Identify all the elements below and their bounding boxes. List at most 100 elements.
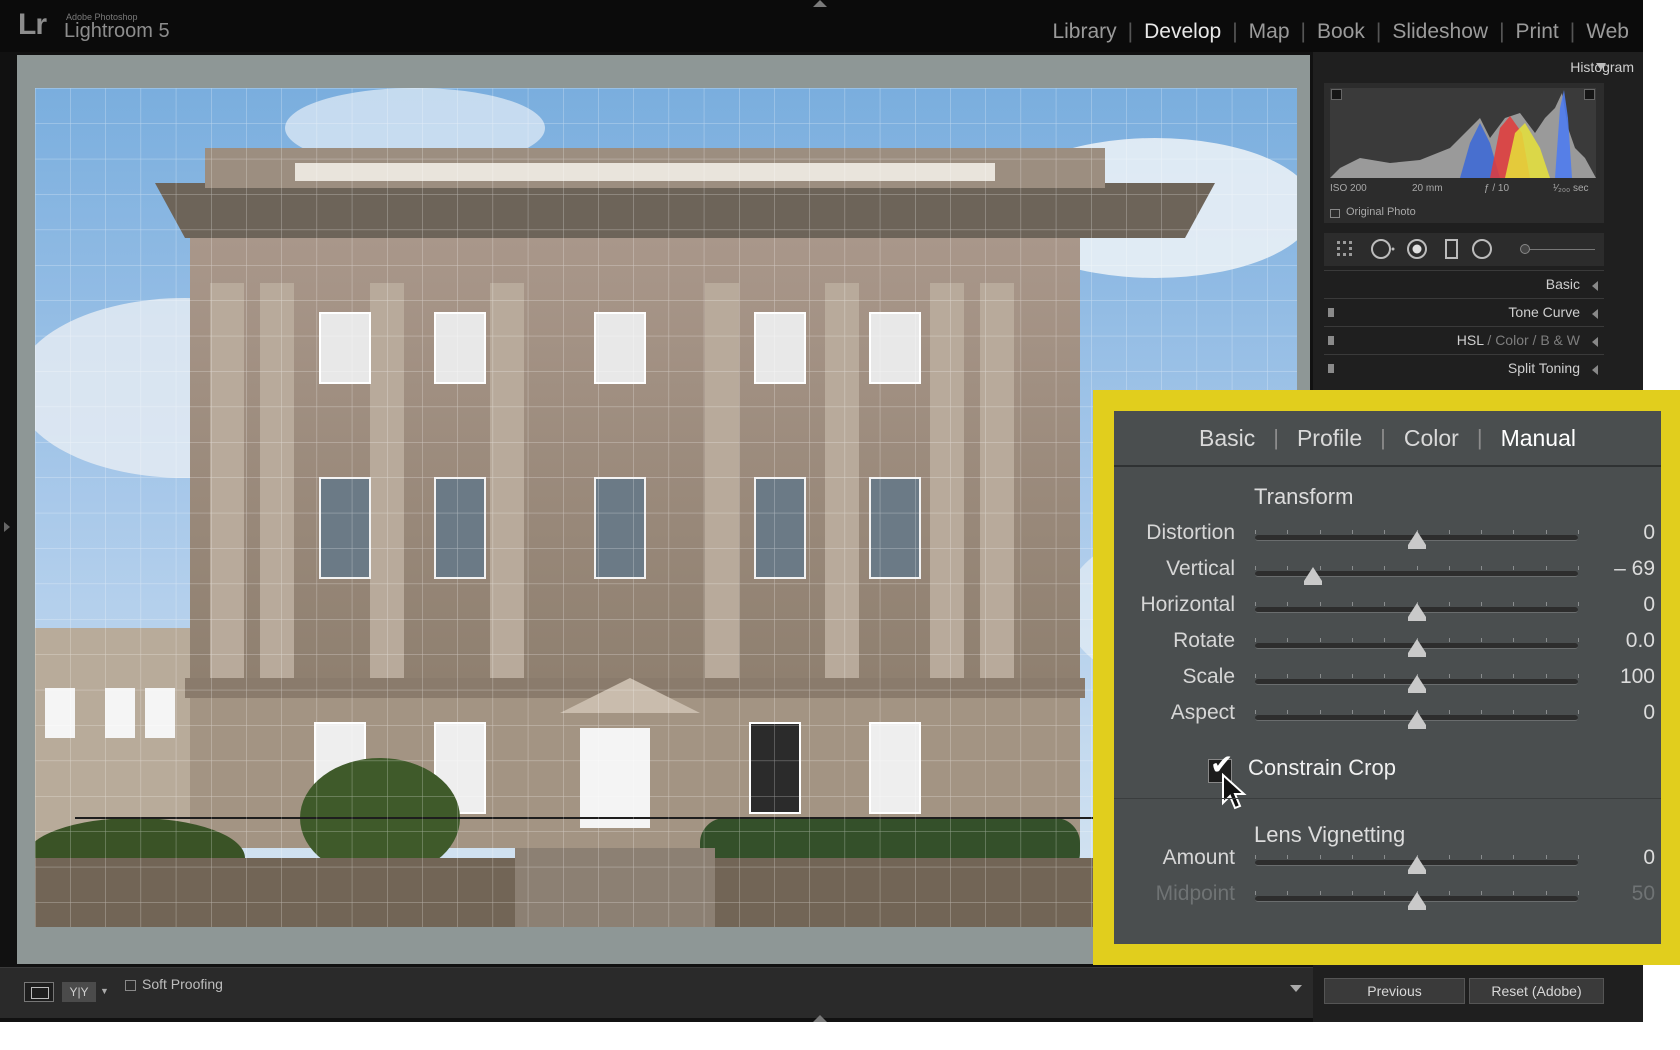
midpoint-label: Midpoint bbox=[1155, 882, 1235, 905]
module-library[interactable]: Library bbox=[1052, 20, 1116, 44]
shutter-value: ¹⁄₂₀₀ sec bbox=[1553, 183, 1589, 194]
module-web[interactable]: Web bbox=[1586, 20, 1629, 44]
vertical-value[interactable]: – 69 bbox=[1585, 557, 1655, 581]
loupe-view-button[interactable] bbox=[24, 982, 54, 1002]
rotate-slider[interactable] bbox=[1255, 638, 1579, 657]
collapse-triangle-icon[interactable] bbox=[1596, 63, 1606, 70]
module-picker: Library | Develop | Map | Book | Slideshow | … bbox=[1052, 20, 1629, 44]
hsl-tab[interactable]: HSL bbox=[1457, 332, 1484, 348]
left-panel-toggle-icon[interactable] bbox=[4, 522, 10, 532]
panel-split-toning[interactable]: Split Toning bbox=[1324, 354, 1604, 383]
focal-length-value: 20 mm bbox=[1412, 183, 1443, 194]
histogram-graph bbox=[1330, 88, 1596, 178]
amount-slider[interactable] bbox=[1255, 855, 1579, 874]
horizontal-label: Horizontal bbox=[1140, 593, 1235, 616]
module-bar: Lr Adobe Photoshop Lightroom 5 Library | … bbox=[0, 0, 1643, 52]
rotate-slider-knob[interactable] bbox=[1407, 639, 1426, 657]
module-develop[interactable]: Develop bbox=[1144, 20, 1221, 44]
module-book[interactable]: Book bbox=[1317, 20, 1365, 44]
top-panel-toggle-icon[interactable] bbox=[813, 0, 827, 7]
vertical-label: Vertical bbox=[1166, 557, 1235, 580]
aperture-value: ƒ / 10 bbox=[1484, 183, 1510, 194]
distortion-slider[interactable] bbox=[1255, 530, 1579, 549]
crop-overlay-icon[interactable] bbox=[1335, 237, 1359, 261]
panel-tone-curve-label: Tone Curve bbox=[1508, 304, 1580, 320]
soft-proofing-checkbox[interactable] bbox=[125, 980, 136, 991]
radial-filter-icon[interactable] bbox=[1470, 237, 1494, 261]
brush-size-knob[interactable] bbox=[1520, 244, 1530, 254]
midpoint-value[interactable]: 50 bbox=[1585, 882, 1655, 906]
aspect-label: Aspect bbox=[1170, 701, 1235, 724]
original-photo-label: Original Photo bbox=[1346, 206, 1416, 218]
panel-hsl[interactable]: HSL / Color / B & W bbox=[1324, 326, 1604, 355]
panel-switch-icon[interactable] bbox=[1328, 336, 1334, 345]
panel-switch-icon[interactable] bbox=[1328, 308, 1334, 317]
tab-manual[interactable]: Manual bbox=[1501, 425, 1576, 452]
panel-split-toning-label: Split Toning bbox=[1507, 360, 1580, 376]
collapse-triangle-icon bbox=[1592, 281, 1598, 291]
lens-corrections-tabs: Basic | Profile | Color | Manual bbox=[1114, 411, 1661, 467]
bottom-toolbar: Y|Y ▼ bbox=[0, 967, 1313, 1018]
amount-label: Amount bbox=[1162, 846, 1235, 869]
panel-basic-label: Basic bbox=[1545, 276, 1580, 292]
module-map[interactable]: Map bbox=[1249, 20, 1290, 44]
tab-basic[interactable]: Basic bbox=[1199, 425, 1255, 452]
lr-logo: Lr bbox=[18, 8, 47, 41]
horizontal-value[interactable]: 0 bbox=[1585, 593, 1655, 617]
scale-slider-knob[interactable] bbox=[1407, 675, 1426, 693]
distortion-label: Distortion bbox=[1146, 521, 1235, 544]
scale-value[interactable]: 100 bbox=[1585, 665, 1655, 689]
brush-size-track[interactable] bbox=[1525, 249, 1595, 250]
rotate-value[interactable]: 0.0 bbox=[1585, 629, 1655, 653]
collapse-triangle-icon bbox=[1592, 309, 1598, 319]
distortion-value[interactable]: 0 bbox=[1585, 521, 1655, 545]
vertical-slider-knob[interactable] bbox=[1304, 567, 1323, 585]
collapse-triangle-icon bbox=[1592, 337, 1598, 347]
red-eye-icon[interactable] bbox=[1405, 237, 1429, 261]
module-print[interactable]: Print bbox=[1516, 20, 1559, 44]
tab-color[interactable]: Color bbox=[1404, 425, 1459, 452]
before-after-button[interactable]: Y|Y bbox=[62, 982, 96, 1002]
module-slideshow[interactable]: Slideshow bbox=[1392, 20, 1488, 44]
mouse-cursor-icon bbox=[1222, 773, 1247, 810]
panel-hsl-label: HSL / Color / B & W bbox=[1456, 332, 1580, 348]
constrain-crop-label: Constrain Crop bbox=[1248, 755, 1396, 780]
midpoint-slider[interactable] bbox=[1255, 891, 1579, 910]
toolbar-options-chevron-icon[interactable] bbox=[1290, 985, 1302, 992]
panel-tone-curve[interactable]: Tone Curve bbox=[1324, 298, 1604, 327]
transform-title: Transform bbox=[1254, 484, 1354, 509]
highlight-clipping-toggle[interactable] bbox=[1584, 89, 1595, 100]
original-photo-checkbox[interactable] bbox=[1330, 209, 1340, 218]
graduated-filter-icon[interactable] bbox=[1440, 237, 1464, 261]
vertical-slider[interactable] bbox=[1255, 566, 1579, 585]
section-divider bbox=[1114, 798, 1661, 799]
aspect-value[interactable]: 0 bbox=[1585, 701, 1655, 725]
rotate-label: Rotate bbox=[1173, 629, 1235, 652]
chevron-down-icon[interactable]: ▼ bbox=[100, 986, 109, 996]
amount-slider-knob[interactable] bbox=[1407, 856, 1426, 874]
bw-tab[interactable]: B & W bbox=[1540, 332, 1580, 348]
aspect-slider[interactable] bbox=[1255, 710, 1579, 729]
distortion-slider-knob[interactable] bbox=[1407, 531, 1426, 549]
panel-basic[interactable]: Basic bbox=[1324, 270, 1604, 299]
midpoint-slider-knob[interactable] bbox=[1407, 892, 1426, 910]
color-tab[interactable]: Color bbox=[1495, 332, 1528, 348]
scale-label: Scale bbox=[1182, 665, 1235, 688]
spot-removal-icon[interactable] bbox=[1370, 237, 1398, 261]
panel-switch-icon[interactable] bbox=[1328, 364, 1334, 373]
shadow-clipping-toggle[interactable] bbox=[1331, 89, 1342, 100]
filmstrip-toggle-icon[interactable] bbox=[813, 1015, 827, 1022]
lens-vignetting-title: Lens Vignetting bbox=[1254, 822, 1406, 847]
collapse-triangle-icon bbox=[1592, 365, 1598, 375]
horizontal-slider-knob[interactable] bbox=[1407, 603, 1426, 621]
tab-profile[interactable]: Profile bbox=[1297, 425, 1362, 452]
reset-button[interactable]: Reset (Adobe) bbox=[1469, 978, 1604, 1004]
app-name: Lightroom 5 bbox=[64, 20, 170, 42]
scale-slider[interactable] bbox=[1255, 674, 1579, 693]
amount-value[interactable]: 0 bbox=[1585, 846, 1655, 870]
iso-value: ISO 200 bbox=[1330, 183, 1367, 194]
horizontal-slider[interactable] bbox=[1255, 602, 1579, 621]
soft-proofing-label: Soft Proofing bbox=[142, 976, 223, 992]
previous-button[interactable]: Previous bbox=[1324, 978, 1465, 1004]
aspect-slider-knob[interactable] bbox=[1407, 711, 1426, 729]
